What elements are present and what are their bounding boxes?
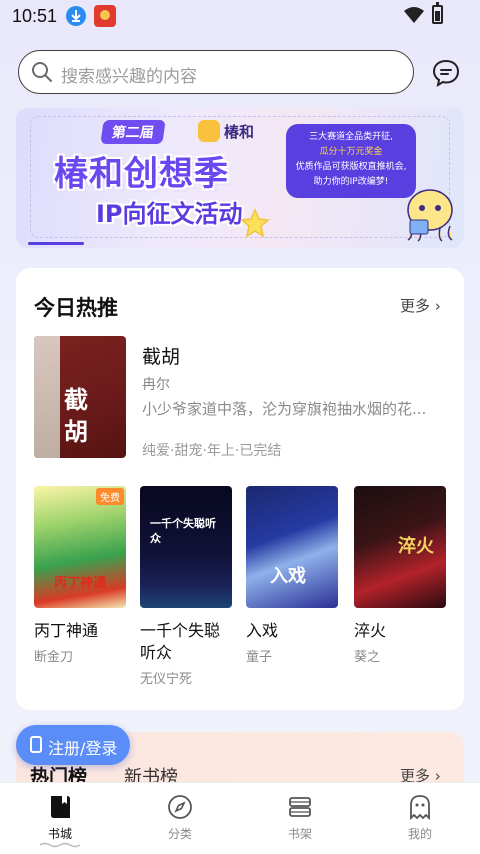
wifi-icon <box>404 7 424 23</box>
status-bar: 10:51 <box>0 0 480 34</box>
promo-banner[interactable]: 第二届 椿和 椿和创想季 IP向征文活动 三大赛道全品类开征, 瓜分十万元奖金 … <box>16 108 464 248</box>
search-input[interactable]: 搜索感兴趣的内容 <box>18 50 414 94</box>
book-author: 断金刀 <box>34 650 74 665</box>
message-icon <box>432 59 460 88</box>
book-icon <box>51 796 70 818</box>
banner-brand: 椿和 <box>224 123 255 141</box>
book-author: 童子 <box>246 650 273 665</box>
nav-item-profile[interactable]: 我的 <box>390 793 450 842</box>
banner-info: 三大赛道全品类开征, 瓜分十万元奖金 优质作品可获版权直推机会, 助力你的IP改… <box>286 124 416 198</box>
book-title: 一千个失聪听众 <box>140 621 221 662</box>
chevron-right-icon: › <box>434 297 441 315</box>
banner-info-line: 优质作品可获版权直推机会, <box>295 162 407 172</box>
cover-title: 淬火 <box>398 536 434 557</box>
banner-tag: 第二届 <box>100 120 166 144</box>
cover-title: 一千个失聪听众 <box>150 517 216 545</box>
featured-book-description: 小少爷家道中落，沦为穿旗袍抽水烟的花... <box>142 400 427 418</box>
book-item[interactable]: 淬火 淬火 葵之 <box>354 486 446 665</box>
featured-book-author: 冉尔 <box>142 377 170 393</box>
octopus-logo-icon <box>198 120 220 142</box>
more-label: 更多 <box>400 297 431 315</box>
book-title: 丙丁神通 <box>34 621 99 640</box>
cover-title: 入戏 <box>270 566 306 587</box>
banner-info-line: 三大赛道全品类开征, <box>309 132 393 142</box>
app-notification-icon <box>94 5 116 27</box>
more-button[interactable]: 更多 › <box>400 295 441 316</box>
banner-title: 椿和创想季 <box>54 154 229 194</box>
nav-label: 我的 <box>407 827 432 841</box>
nav-item-bookstore[interactable]: 书城 <box>30 793 90 848</box>
book-title: 入戏 <box>246 621 279 640</box>
login-button[interactable]: 注册/登录 <box>16 725 130 765</box>
book-author: 无仪宁死 <box>140 672 193 687</box>
banner-info-line: 助力你的IP改编梦! <box>313 177 389 187</box>
book-item[interactable]: 一千个失聪听众 一千个失聪听众 无仪宁死 <box>140 486 232 687</box>
featured-book-cover[interactable]: 截胡 <box>34 336 126 458</box>
wave-indicator-icon <box>40 842 80 848</box>
star-icon <box>240 208 270 238</box>
book-item[interactable]: 入戏 入戏 童子 <box>246 486 338 665</box>
featured-book-title[interactable]: 截胡 <box>142 342 180 369</box>
bookshelf-icon <box>289 797 311 817</box>
ghost-icon <box>410 795 430 821</box>
banner-subtitle: IP向征文活动 <box>96 200 243 228</box>
banner-indicator <box>28 242 84 245</box>
book-item[interactable]: 丙丁神通 免费 丙丁神通 断金刀 <box>34 486 126 665</box>
book-cover[interactable]: 丙丁神通 免费 <box>34 486 126 608</box>
nav-item-category[interactable]: 分类 <box>150 793 210 842</box>
today-hot-section: 今日热推 更多 › 截胡 截胡 冉尔 小少爷家道中落，沦为穿旗袍抽水烟的花...… <box>16 268 464 710</box>
download-icon <box>66 6 86 26</box>
octopus-mascot-icon <box>407 189 453 242</box>
message-button[interactable] <box>431 58 461 88</box>
nav-label: 分类 <box>167 827 192 841</box>
cover-title: 截胡 <box>64 386 88 446</box>
featured-book-tags: 纯爱·甜宠·年上·已完结 <box>142 443 282 459</box>
banner-info-line: 瓜分十万元奖金 <box>319 147 383 157</box>
book-author: 葵之 <box>354 650 381 665</box>
book-cover[interactable]: 入戏 <box>246 486 338 608</box>
cover-figure <box>34 336 60 458</box>
book-cover[interactable]: 一千个失聪听众 <box>140 486 232 608</box>
nav-label: 书架 <box>287 827 312 841</box>
battery-icon <box>432 2 443 24</box>
phone-icon <box>30 736 42 753</box>
nav-label: 书城 <box>47 827 72 841</box>
bottom-nav: 书城 分类 书架 我的 <box>0 782 480 854</box>
nav-item-bookshelf[interactable]: 书架 <box>270 793 330 842</box>
cover-title: 丙丁神通 <box>54 576 107 591</box>
free-badge: 免费 <box>96 488 124 505</box>
status-time: 10:51 <box>12 6 58 26</box>
login-label: 注册/登录 <box>48 739 118 758</box>
search-icon <box>32 62 52 82</box>
book-cover[interactable]: 淬火 <box>354 486 446 608</box>
book-title: 淬火 <box>354 621 387 640</box>
search-placeholder: 搜索感兴趣的内容 <box>61 67 197 87</box>
compass-icon <box>168 795 192 819</box>
section-title: 今日热推 <box>34 296 118 320</box>
